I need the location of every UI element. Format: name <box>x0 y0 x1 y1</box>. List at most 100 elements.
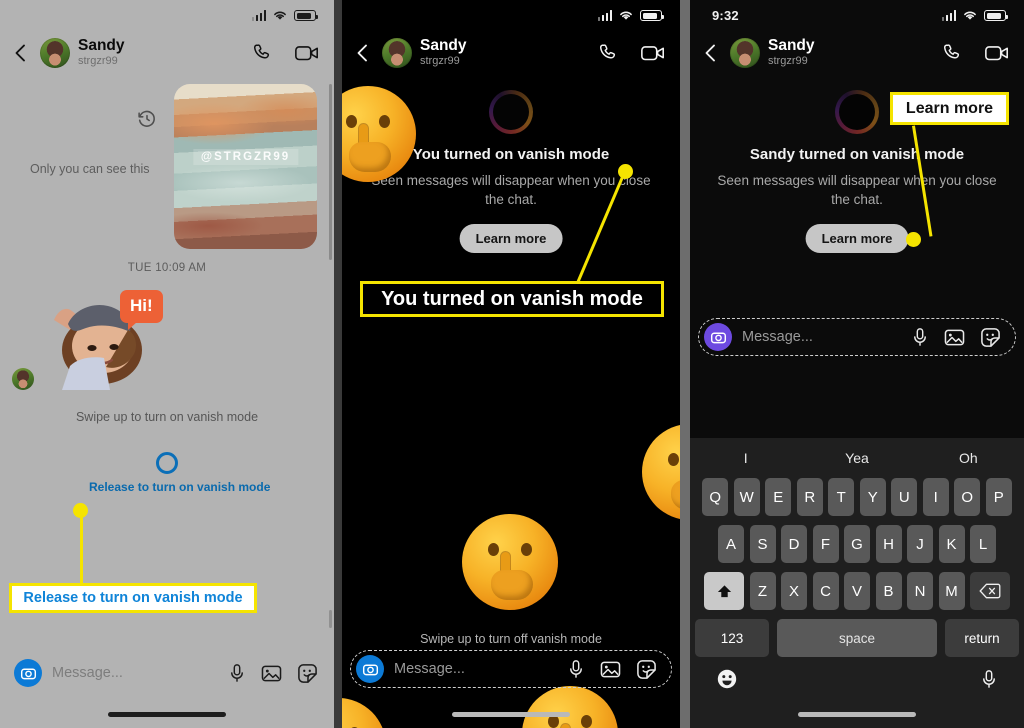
key-j[interactable]: J <box>907 525 933 563</box>
shushing-face-emoji <box>342 698 386 728</box>
key-g[interactable]: G <box>844 525 870 563</box>
emoji-keyboard-icon[interactable] <box>716 668 738 690</box>
contact-handle: strgzr99 <box>768 55 808 68</box>
avatar[interactable] <box>40 38 70 68</box>
suggestion-item[interactable]: Oh <box>913 450 1024 466</box>
key-v[interactable]: V <box>844 572 870 610</box>
phone-call-icon[interactable] <box>942 42 964 64</box>
avatar[interactable] <box>730 38 760 68</box>
shift-arrow-icon[interactable] <box>704 572 744 610</box>
key-e[interactable]: E <box>765 478 792 516</box>
message-input-placeholder[interactable]: Message... <box>742 329 901 345</box>
numbers-key[interactable]: 123 <box>695 619 769 657</box>
keyboard-row-3: Z X C V B N M <box>690 572 1024 610</box>
conversation-body[interactable]: Only you can see this @STRGZR99 TUE 10:0… <box>0 76 334 728</box>
scrollbar[interactable] <box>329 84 332 260</box>
key-s[interactable]: S <box>749 525 776 563</box>
phone-call-icon[interactable] <box>252 42 274 64</box>
keyboard-row-2: A S D F G H J K L <box>690 525 1024 563</box>
back-chevron-icon[interactable] <box>10 42 32 64</box>
key-t[interactable]: T <box>828 478 855 516</box>
photo-gallery-icon[interactable] <box>944 328 965 347</box>
key-h[interactable]: H <box>875 525 902 563</box>
key-u[interactable]: U <box>891 478 918 516</box>
message-timestamp: TUE 10:09 AM <box>127 262 207 274</box>
wifi-icon <box>620 11 632 20</box>
message-input-placeholder[interactable]: Message... <box>394 661 557 677</box>
suggestion-item[interactable]: I <box>690 450 801 466</box>
key-d[interactable]: D <box>781 525 807 563</box>
contact-name-block[interactable]: Sandy strgzr99 <box>78 37 244 68</box>
only-you-can-see-label: Only you can see this <box>30 162 150 176</box>
learn-more-button[interactable]: Learn more <box>459 224 563 253</box>
history-clock-icon <box>138 110 155 127</box>
key-z[interactable]: Z <box>749 572 776 610</box>
release-to-turn-on-label: Release to turn on vanish mode <box>89 480 271 494</box>
contact-name-block[interactable]: Sandy strgzr99 <box>420 36 590 68</box>
key-x[interactable]: X <box>781 572 807 610</box>
sticker-icon[interactable] <box>297 663 318 684</box>
learn-more-button[interactable]: Learn more <box>805 224 909 253</box>
photo-gallery-icon[interactable] <box>600 660 621 679</box>
key-o[interactable]: O <box>954 478 981 516</box>
key-r[interactable]: R <box>796 478 823 516</box>
keyboard-footer <box>690 666 1024 690</box>
video-call-icon[interactable] <box>294 42 320 64</box>
message-composer[interactable]: Message... <box>350 650 672 688</box>
cellular-bars-icon <box>941 10 956 21</box>
shushing-face-emoji <box>342 86 416 182</box>
key-l[interactable]: L <box>970 525 996 563</box>
camera-icon[interactable] <box>704 323 732 351</box>
video-call-icon[interactable] <box>984 42 1010 64</box>
sticker-icon[interactable] <box>636 659 657 680</box>
avatar[interactable] <box>382 38 412 68</box>
message-input-placeholder[interactable]: Message... <box>52 665 218 681</box>
microphone-icon[interactable] <box>911 327 929 347</box>
suggestion-bar[interactable]: I Yea Oh <box>690 438 1024 478</box>
annotation-label-release: Release to turn on vanish mode <box>9 583 257 613</box>
avatar-sticker-message[interactable]: Hi! <box>12 288 192 398</box>
backspace-icon[interactable] <box>970 572 1010 610</box>
scrollbar-secondary[interactable] <box>329 610 332 628</box>
photo-message[interactable]: @STRGZR99 <box>174 84 317 249</box>
vanish-mode-title: Sandy turned on vanish mode <box>749 146 965 163</box>
cellular-bars-icon <box>597 10 612 21</box>
camera-icon[interactable] <box>14 659 42 687</box>
video-call-icon[interactable] <box>640 42 666 64</box>
space-key[interactable]: space <box>777 619 937 657</box>
battery-icon <box>640 10 664 21</box>
key-a[interactable]: A <box>718 525 744 563</box>
key-y[interactable]: Y <box>859 478 886 516</box>
key-i[interactable]: I <box>922 478 949 516</box>
home-indicator <box>452 712 570 717</box>
contact-name: Sandy <box>420 36 467 54</box>
key-p[interactable]: P <box>985 478 1012 516</box>
annotation-label-learn-more: Learn more <box>890 92 1009 125</box>
message-composer[interactable]: Message... <box>698 318 1016 356</box>
status-clock: 9:32 <box>712 7 739 23</box>
camera-icon[interactable] <box>356 655 384 683</box>
key-c[interactable]: C <box>812 572 839 610</box>
key-f[interactable]: F <box>812 525 839 563</box>
return-key[interactable]: return <box>945 619 1019 657</box>
microphone-icon[interactable] <box>567 659 585 679</box>
panel-vanish-mode-swipe: Sandy strgzr99 Only you can see this @ST… <box>0 0 334 728</box>
key-n[interactable]: N <box>907 572 933 610</box>
annotation-leader-line <box>80 510 83 584</box>
on-screen-keyboard[interactable]: I Yea Oh Q W E R T Y U I O P A S D F G H… <box>690 438 1024 728</box>
back-chevron-icon[interactable] <box>352 42 374 64</box>
suggestion-item[interactable]: Yea <box>801 450 912 466</box>
contact-name-block[interactable]: Sandy strgzr99 <box>768 37 934 68</box>
sticker-icon[interactable] <box>980 327 1001 348</box>
photo-gallery-icon[interactable] <box>261 664 282 683</box>
dictation-microphone-icon[interactable] <box>980 668 998 690</box>
microphone-icon[interactable] <box>228 663 246 683</box>
key-m[interactable]: M <box>938 572 965 610</box>
key-q[interactable]: Q <box>702 478 729 516</box>
key-w[interactable]: W <box>733 478 760 516</box>
back-chevron-icon[interactable] <box>700 42 722 64</box>
message-composer[interactable]: Message... <box>0 652 334 694</box>
key-k[interactable]: K <box>938 525 965 563</box>
key-b[interactable]: B <box>875 572 902 610</box>
phone-call-icon[interactable] <box>598 42 620 64</box>
